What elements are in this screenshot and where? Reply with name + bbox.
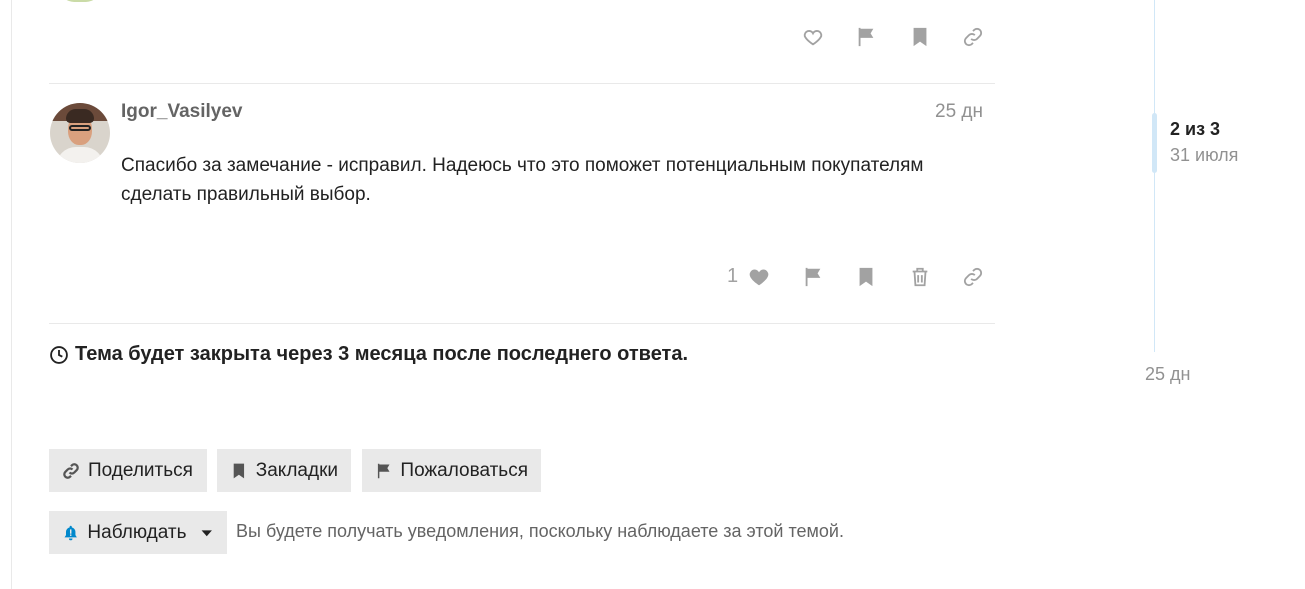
heart-icon (749, 269, 769, 286)
post-body: Спасибо за замечание - исправил. Надеюсь… (121, 155, 924, 205)
link-icon (963, 27, 983, 47)
flag-button[interactable] (846, 17, 886, 57)
link-icon (963, 267, 983, 287)
copy-link-button[interactable] (953, 257, 993, 297)
caret-down-icon (201, 529, 212, 536)
like-count[interactable]: 1 (727, 265, 738, 288)
bookmarks-label: Закладки (255, 459, 338, 481)
timeline-track[interactable] (1154, 0, 1155, 352)
bookmark-icon (233, 463, 245, 478)
notification-reason: Вы будете получать уведомления, поскольк… (236, 521, 844, 541)
bookmarks-button[interactable]: Закладки (217, 449, 351, 492)
timeline-end-date[interactable]: 25 дн (1145, 364, 1190, 385)
avatar-hair (66, 109, 94, 123)
post-date[interactable]: 25 дн (935, 101, 983, 123)
post-username[interactable]: Igor_Vasilyev (121, 101, 242, 123)
like-button[interactable] (739, 257, 779, 297)
bookmark-icon (913, 27, 927, 47)
heart-icon (803, 30, 823, 46)
timeline-position-date: 31 июля (1170, 145, 1239, 165)
avatar-shirt (56, 147, 104, 163)
delete-button[interactable] (900, 257, 940, 297)
avatar-glasses (69, 125, 91, 131)
flag-button[interactable] (793, 257, 833, 297)
content-left-border (11, 0, 12, 589)
share-label: Поделиться (88, 459, 193, 481)
link-icon (63, 462, 79, 479)
bell-icon (64, 525, 77, 540)
topic-closing-notice: Тема будет закрыта через 3 месяца после … (49, 343, 688, 366)
flag-topic-label: Пожаловаться (400, 459, 528, 481)
post-divider (49, 83, 995, 84)
share-button[interactable]: Поделиться (49, 449, 207, 492)
notification-level-label: Наблюдать (87, 521, 187, 543)
bookmark-button[interactable] (900, 17, 940, 57)
post-divider (49, 323, 995, 324)
closing-notice-text: Тема будет закрыта через 3 месяца после … (75, 343, 689, 365)
notification-dropdown[interactable]: Наблюдать (49, 511, 227, 554)
flag-topic-button[interactable]: Пожаловаться (362, 449, 541, 492)
bookmark-button[interactable] (846, 257, 886, 297)
copy-link-button[interactable] (953, 17, 993, 57)
flag-icon (377, 463, 390, 478)
previous-post-avatar[interactable] (60, 0, 100, 2)
avatar[interactable] (50, 103, 110, 163)
clock-icon (50, 345, 68, 364)
flag-icon (805, 267, 821, 287)
bookmark-icon (859, 267, 873, 287)
timeline-scroller-handle[interactable] (1152, 113, 1157, 173)
timeline-position: 2 из 3 (1170, 119, 1221, 139)
trash-icon (912, 267, 928, 287)
flag-icon (858, 27, 874, 47)
like-button[interactable] (793, 17, 833, 57)
